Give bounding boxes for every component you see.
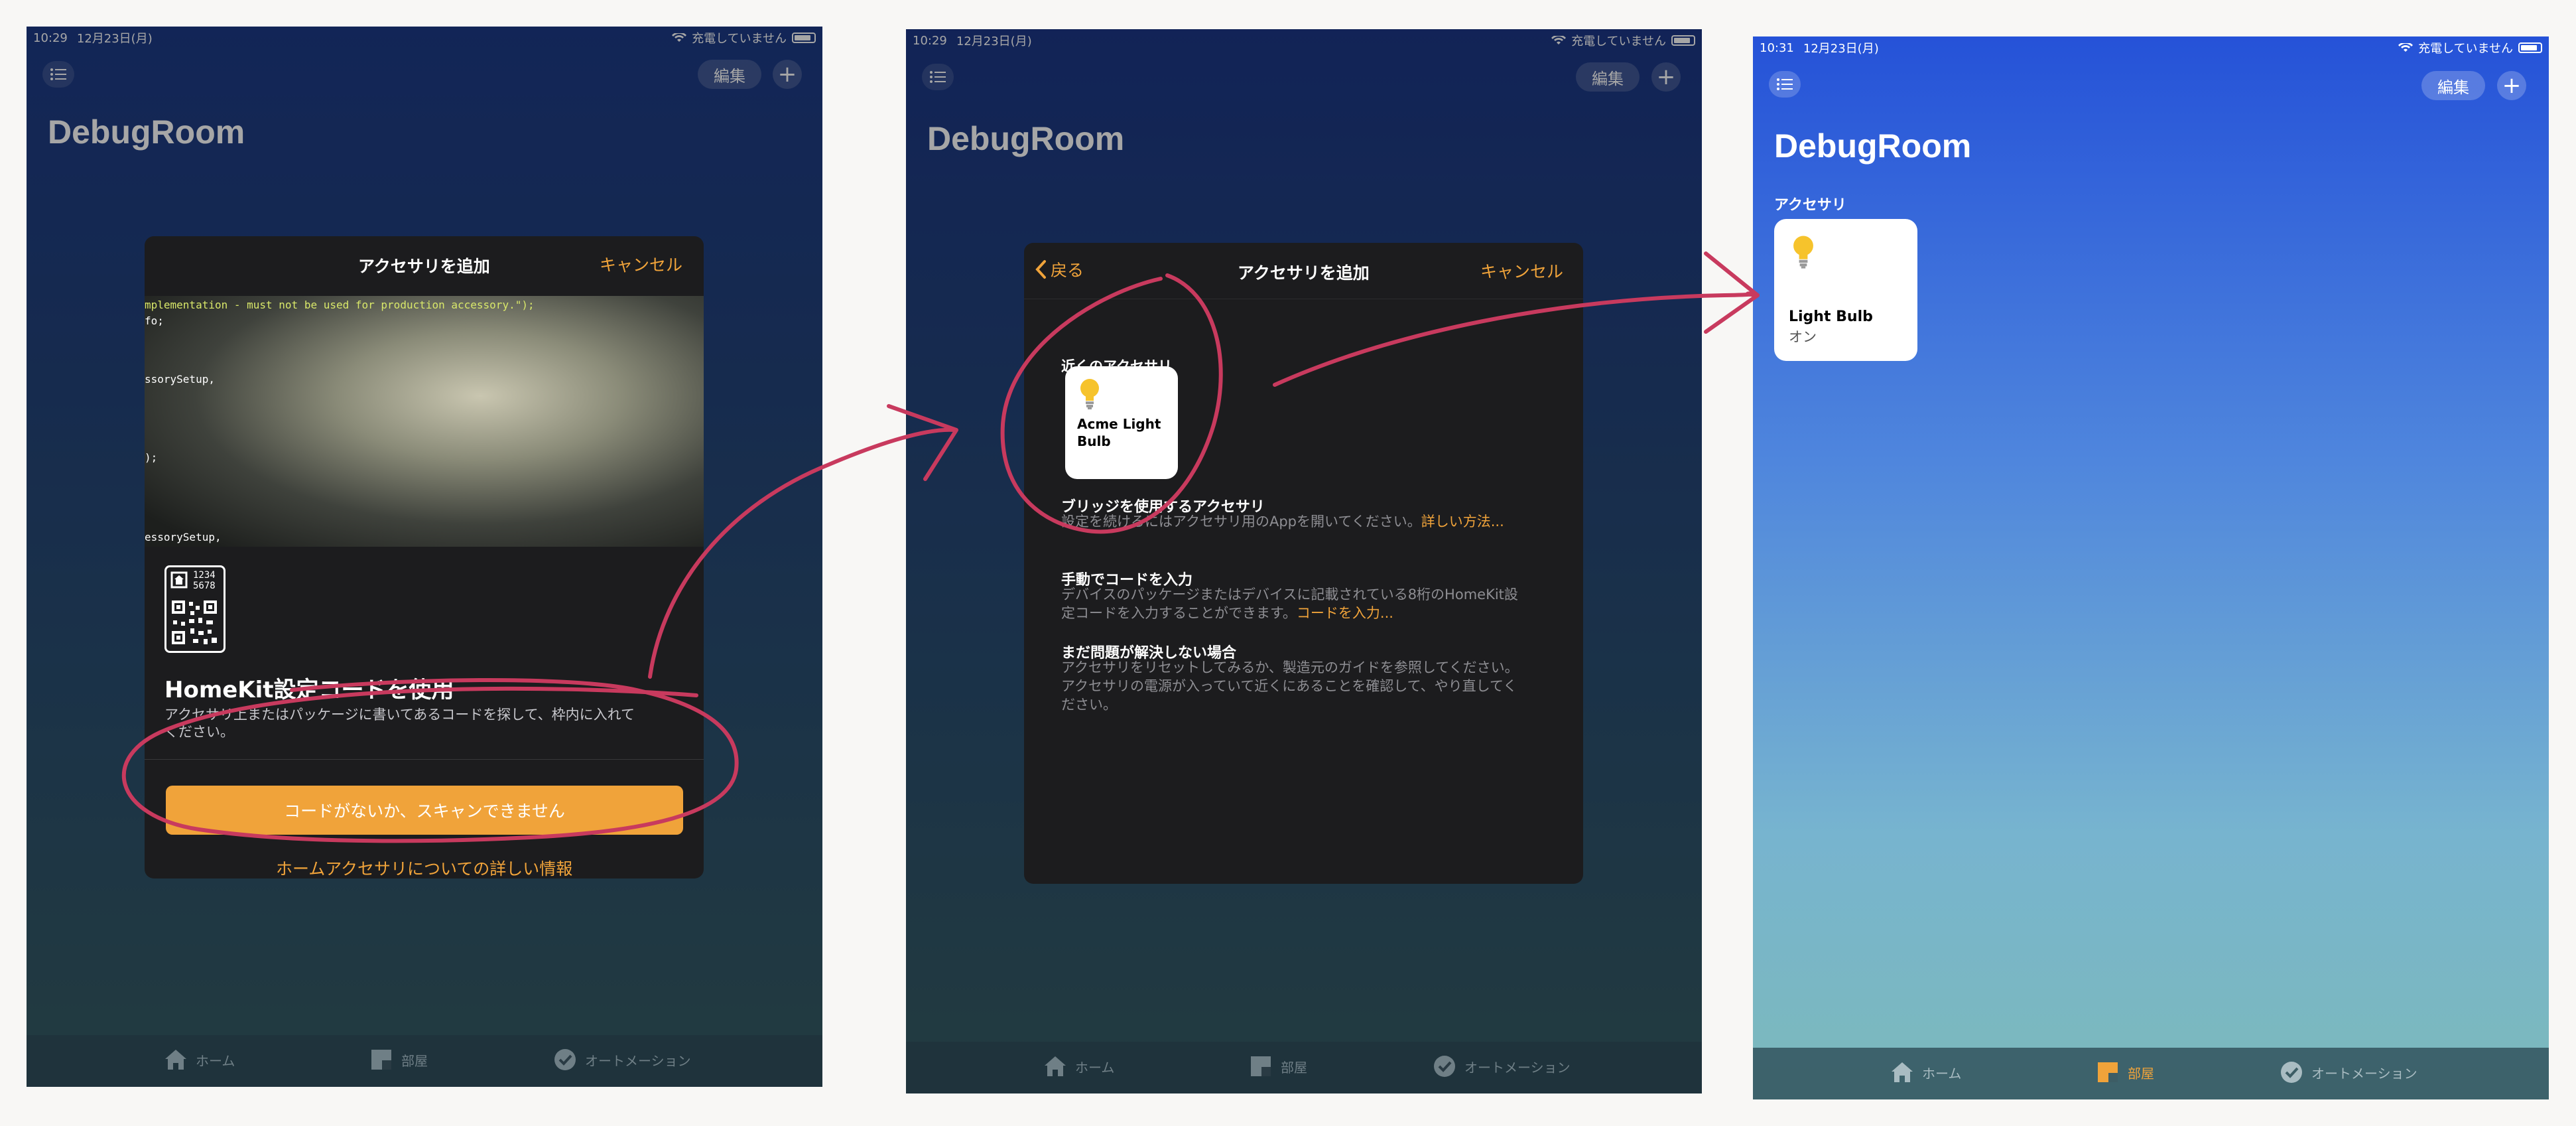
manual-text-line-1: デバイスのパッケージまたはデバイスに記載されている8桁のHomeKit設	[1061, 587, 1518, 602]
add-accessory-sheet: アクセサリを追加 キャンセル mplementation - must not …	[145, 236, 704, 879]
manual-text: デバイスのパッケージまたはデバイスに記載されている8桁のHomeKit設 定コー…	[1061, 585, 1565, 622]
add-accessory-sheet: 戻る アクセサリを追加 キャンセル 近くのアクセサリ Acme Light Bu…	[1024, 243, 1583, 884]
edit-button[interactable]: 編集	[2421, 71, 2485, 100]
accessory-status: オン	[1789, 329, 1817, 345]
instruction-line-2: ください。	[164, 724, 234, 740]
divider	[145, 759, 704, 760]
tab-rooms[interactable]: 部屋	[368, 1047, 428, 1072]
charging-status: 充電していません	[2418, 42, 2513, 56]
qr-digits-top: 1234	[193, 570, 216, 581]
sheet-title: アクセサリを追加	[358, 257, 490, 276]
annotation-arrowhead	[1704, 251, 1760, 334]
bridge-link[interactable]: 詳しい方法...	[1421, 514, 1504, 529]
tab-automation[interactable]: オートメーション	[2278, 1060, 2417, 1085]
unresolved-line-1: アクセサリをリセットしてみるか、製造元のガイドを参照してください。	[1061, 660, 1519, 675]
battery-icon	[2518, 42, 2542, 53]
light-bulb-icon	[1793, 236, 1813, 269]
tab-rooms[interactable]: 部屋	[2094, 1060, 2154, 1085]
tab-rooms-label: 部屋	[2128, 1065, 2154, 1082]
automation-icon	[1431, 1054, 1458, 1079]
rooms-icon	[2094, 1060, 2121, 1085]
accessory-tile-acme[interactable]: Acme Light Bulb	[1065, 366, 1178, 479]
tab-bar: ホーム 部屋 オートメーション	[27, 1035, 822, 1087]
tab-home[interactable]: ホーム	[1042, 1054, 1114, 1079]
back-label: 戻る	[1051, 261, 1084, 280]
tab-bar: ホーム 部屋 オートメーション	[1753, 1048, 2549, 1099]
home-icon	[1042, 1054, 1068, 1079]
add-button[interactable]: +	[2497, 71, 2526, 100]
accessory-name-line-1: Acme Light	[1077, 416, 1161, 432]
automation-icon	[552, 1047, 578, 1072]
scan-line: );	[145, 451, 158, 464]
status-bar: 10:31 12月23日(月) 充電していません	[1753, 36, 2549, 59]
accessory-name: Acme Light Bulb	[1077, 415, 1161, 450]
accessory-name-line-2: Bulb	[1077, 433, 1111, 449]
unresolved-text: アクセサリをリセットしてみるか、製造元のガイドを参照してください。 アクセサリの…	[1061, 658, 1565, 714]
room-title: DebugRoom	[1774, 127, 1972, 165]
tab-automation-label: オートメーション	[1464, 1059, 1571, 1076]
status-time: 10:31	[1760, 40, 1794, 55]
enter-code-link[interactable]: コードを入力...	[1297, 605, 1393, 621]
tab-home-label: ホーム	[1922, 1065, 1962, 1082]
scan-line: fo;	[145, 315, 164, 327]
tab-rooms[interactable]: 部屋	[1248, 1054, 1307, 1079]
home-icon	[162, 1047, 189, 1072]
tab-rooms-label: 部屋	[401, 1052, 428, 1069]
bridge-text: 設定を続けるにはアクセサリ用のAppを開いてください。詳しい方法...	[1061, 512, 1504, 531]
rooms-icon	[1248, 1054, 1274, 1079]
more-info-link[interactable]: ホームアクセサリについての詳しい情報	[276, 856, 572, 879]
accessory-name: Light Bulb	[1789, 309, 1873, 325]
screen-scan-code: 10:29 12月23日(月) 充電していません 編集 + DebugRoom …	[27, 27, 822, 1087]
light-bulb-icon	[1080, 379, 1099, 409]
tab-automation-label: オートメーション	[2311, 1065, 2417, 1082]
automation-icon	[2278, 1060, 2305, 1085]
tab-rooms-label: 部屋	[1281, 1059, 1307, 1076]
home-icon	[1889, 1060, 1915, 1085]
instruction-line-1: アクセサリ上またはパッケージに書いてあるコードを探して、枠内に入れて	[164, 707, 635, 723]
chevron-left-icon	[1035, 260, 1046, 279]
tab-home[interactable]: ホーム	[1889, 1060, 1961, 1085]
bridge-text-body: 設定を続けるにはアクセサリ用のAppを開いてください。	[1061, 514, 1421, 529]
section-label: アクセサリ	[1774, 197, 1846, 214]
camera-viewfinder: mplementation - must not be used for pro…	[145, 296, 704, 547]
scan-line: mplementation - must not be used for pro…	[145, 299, 535, 311]
no-code-button[interactable]: コードがないか、スキャンできません	[166, 786, 683, 835]
instruction-text: アクセサリ上またはパッケージに書いてあるコードを探して、枠内に入れて ください。	[164, 706, 688, 740]
manual-text-line-2: 定コードを入力することができます。	[1061, 605, 1297, 621]
cancel-button[interactable]: キャンセル	[1480, 259, 1563, 283]
screen-room-view: 10:31 12月23日(月) 充電していません 編集 + DebugRoom …	[1753, 36, 2549, 1099]
screen-nearby-accessories: 10:29 12月23日(月) 充電していません 編集 + DebugRoom …	[906, 29, 1702, 1093]
status-date: 12月23日(月)	[1803, 42, 1879, 56]
scan-line: ssorySetup,	[145, 373, 215, 386]
unresolved-line-3: ださい。	[1061, 697, 1117, 713]
tab-bar: ホーム 部屋 オートメーション	[906, 1042, 1702, 1093]
tab-automation-label: オートメーション	[585, 1052, 691, 1069]
sheet-title: アクセサリを追加	[1238, 263, 1370, 283]
qr-digits-bottom: 5678	[193, 581, 216, 591]
tab-automation[interactable]: オートメーション	[1431, 1054, 1571, 1079]
list-icon[interactable]	[1769, 71, 1801, 98]
cancel-button[interactable]: キャンセル	[600, 252, 682, 276]
back-button[interactable]: 戻る	[1035, 257, 1084, 281]
wifi-icon	[2398, 43, 2414, 52]
tab-home[interactable]: ホーム	[162, 1047, 235, 1072]
rooms-icon	[368, 1047, 395, 1072]
unresolved-line-2: アクセサリの電源が入っていて近くにあることを確認して、やり直してく	[1061, 678, 1517, 694]
tab-home-label: ホーム	[196, 1052, 235, 1069]
tab-home-label: ホーム	[1075, 1059, 1115, 1076]
tab-automation[interactable]: オートメーション	[552, 1047, 691, 1072]
homekit-code-icon: 1234 5678	[164, 565, 225, 653]
homekit-code-heading: HomeKit設定コードを使用	[164, 677, 454, 703]
scan-line: essorySetup,	[145, 531, 222, 543]
nav-bar: 編集 +	[1753, 66, 2549, 106]
accessory-tile-light-bulb[interactable]: Light Bulb オン	[1774, 219, 1917, 361]
